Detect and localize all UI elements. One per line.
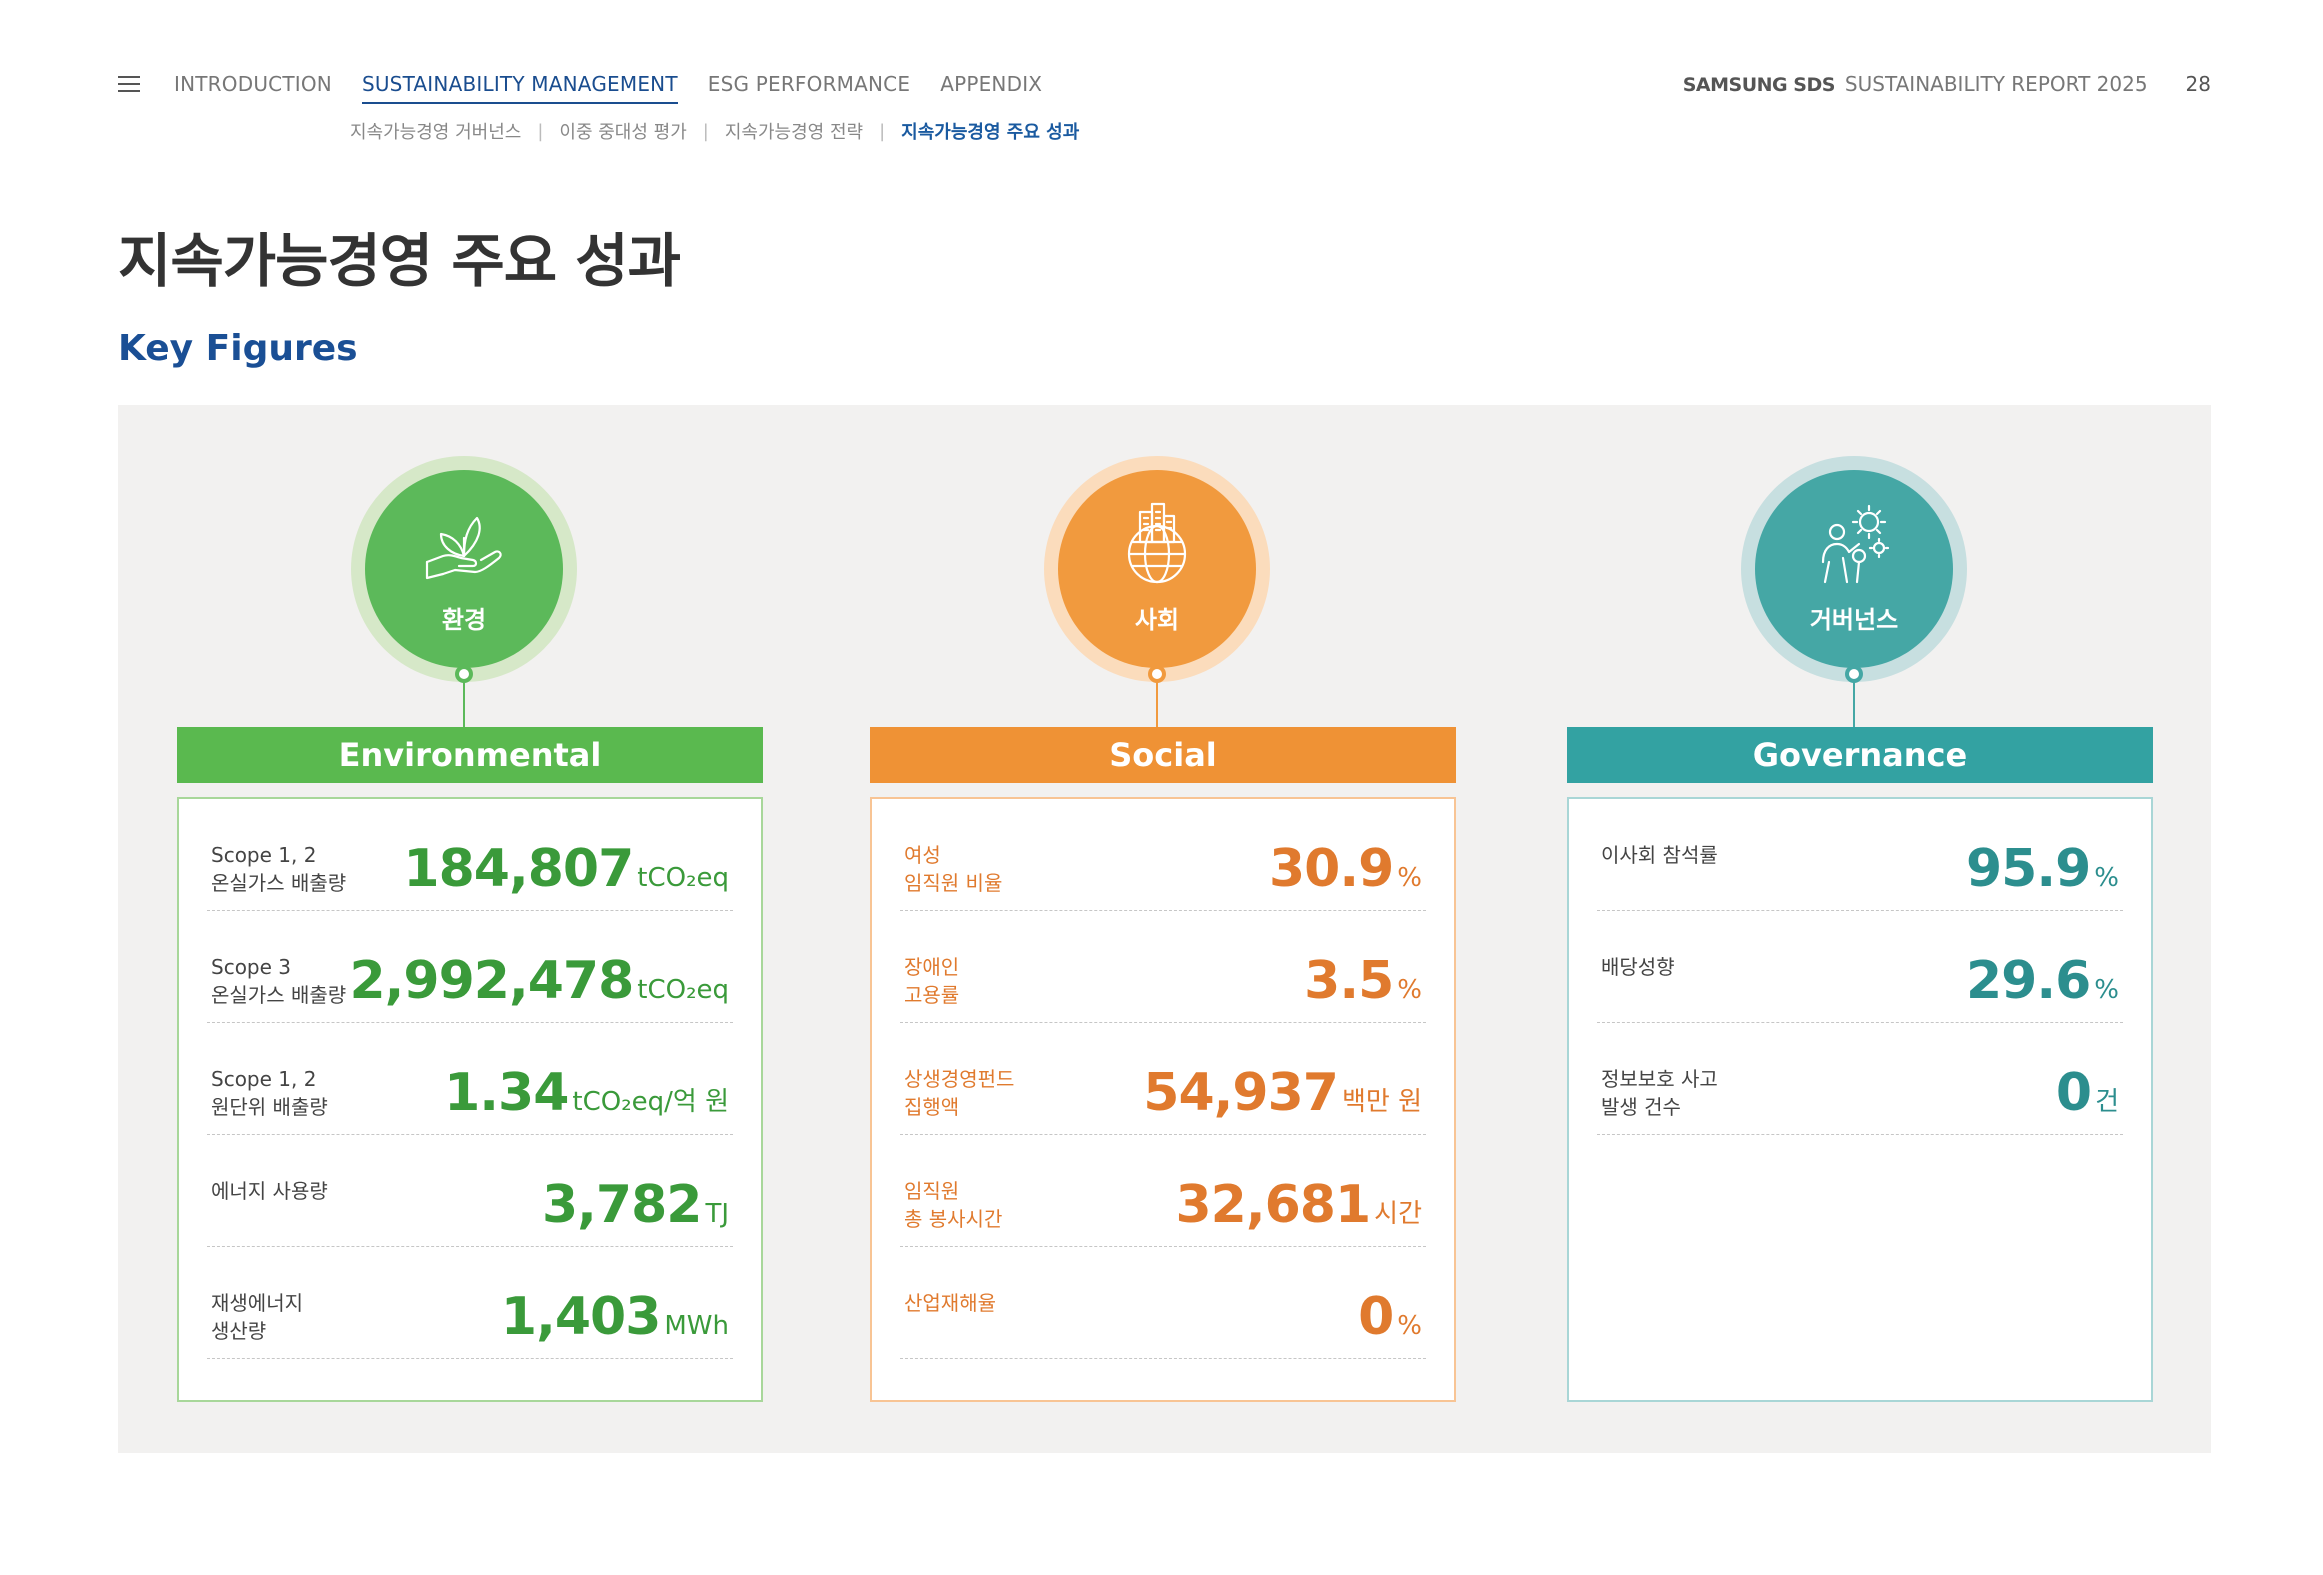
governance-badge: 거버넌스 [1741, 456, 1967, 682]
main-nav: INTRODUCTION SUSTAINABILITY MANAGEMENT E… [174, 72, 1042, 104]
kpi-label: 이사회 참석률 [1601, 843, 1718, 867]
brand-logo: SAMSUNG SDS [1682, 74, 1836, 96]
connector-line [1853, 676, 1855, 732]
kpi-label: 정보보호 사고 발생 건수 [1601, 1067, 1718, 1119]
hand-leaf-icon [425, 516, 502, 580]
social-heading: Social [870, 727, 1456, 783]
governance-pillar: 거버넌스 Governance 이사회 참석률 95.9% 배당성향 29.6%… [1567, 405, 2153, 1453]
kpi-value: 184,807 tCO₂eq [403, 839, 729, 899]
kpi-value: 30.9% [1268, 839, 1422, 899]
kpi-value: 95.9% [1965, 839, 2119, 899]
kpi-label: 상생경영펀드 집행액 [904, 1067, 1015, 1119]
kpi-value: 32,681 시간 [1175, 1175, 1422, 1235]
social-badge: 사회 [1044, 456, 1270, 682]
kpi-label: 에너지 사용량 [211, 1179, 328, 1203]
subnav-separator: | [879, 120, 886, 142]
key-figures-panel: 환경 Environmental Scope 1, 2 온실가스 배출량 184,… [118, 405, 2211, 1453]
connector-dot [1148, 665, 1166, 683]
kpi-value: 3,782 TJ [541, 1175, 729, 1235]
social-card: 여성 임직원 비율 30.9% 장애인 고용률 3.5% 상생경영펀드 집행액 54,… [870, 797, 1456, 1402]
kpi-value: 29.6% [1965, 951, 2119, 1011]
kpi-value: 2,992,478 tCO₂eq [349, 951, 729, 1011]
globe-buildings-icon [1127, 502, 1187, 584]
kpi-label: 산업재해율 [904, 1291, 996, 1315]
environmental-badge-label: 환경 [441, 606, 487, 634]
subnav-item-key-performance[interactable]: 지속가능경영 주요 성과 [901, 118, 1079, 144]
subnav-separator: | [702, 120, 709, 142]
connector-dot [455, 665, 473, 683]
menu-icon[interactable] [118, 76, 140, 93]
governance-badge-label: 거버넌스 [1809, 606, 1899, 634]
nav-item-esg-performance[interactable]: ESG PERFORMANCE [708, 72, 910, 104]
kpi-row: Scope 3 온실가스 배출량 2,992,478 tCO₂eq [207, 911, 733, 1023]
kpi-value: 1,403 MWh [500, 1287, 729, 1347]
kpi-row: 배당성향 29.6% [1597, 911, 2123, 1023]
environmental-pillar: 환경 Environmental Scope 1, 2 온실가스 배출량 184,… [177, 405, 763, 1453]
environmental-heading: Environmental [177, 727, 763, 783]
kpi-label: Scope 1, 2 온실가스 배출량 [211, 843, 347, 895]
kpi-label: 배당성향 [1601, 955, 1675, 979]
page-title: 지속가능경영 주요 성과 [118, 227, 681, 295]
kpi-value: 54,937 백만 원 [1143, 1063, 1422, 1123]
connector-line [1156, 676, 1158, 732]
kpi-label: Scope 3 온실가스 배출량 [211, 955, 347, 1007]
subnav-separator: | [537, 120, 544, 142]
environmental-card: Scope 1, 2 온실가스 배출량 184,807 tCO₂eq Scope 3… [177, 797, 763, 1402]
subnav-item-double-materiality[interactable]: 이중 중대성 평가 [559, 118, 686, 144]
subnav-item-governance[interactable]: 지속가능경영 거버넌스 [350, 118, 521, 144]
kpi-row: 재생에너지 생산량 1,403 MWh [207, 1247, 733, 1359]
people-gears-icon [1821, 504, 1890, 584]
nav-item-introduction[interactable]: INTRODUCTION [174, 72, 332, 104]
kpi-label: 장애인 고용률 [904, 955, 960, 1007]
kpi-row: Scope 1, 2 원단위 배출량 1.34 tCO₂eq/억 원 [207, 1023, 733, 1135]
kpi-value: 0건 [2055, 1063, 2119, 1123]
kpi-label: Scope 1, 2 원단위 배출량 [211, 1067, 328, 1119]
kpi-row: Scope 1, 2 온실가스 배출량 184,807 tCO₂eq [207, 799, 733, 911]
kpi-label: 임직원 총 봉사시간 [904, 1179, 1003, 1231]
governance-heading: Governance [1567, 727, 2153, 783]
kpi-label: 재생에너지 생산량 [211, 1291, 303, 1343]
governance-card: 이사회 참석률 95.9% 배당성향 29.6% 정보보호 사고 발생 건수 0건 [1567, 797, 2153, 1402]
nav-item-sustainability-management[interactable]: SUSTAINABILITY MANAGEMENT [361, 72, 678, 104]
kpi-value: 3.5% [1304, 951, 1422, 1011]
section-title: Key Figures [118, 328, 358, 369]
sub-nav: 지속가능경영 거버넌스 | 이중 중대성 평가 | 지속가능경영 전략 | 지속… [350, 118, 1079, 144]
kpi-row: 산업재해율 0% [900, 1247, 1426, 1359]
kpi-row: 에너지 사용량 3,782 TJ [207, 1135, 733, 1247]
kpi-row: 장애인 고용률 3.5% [900, 911, 1426, 1023]
kpi-row: 임직원 총 봉사시간 32,681 시간 [900, 1135, 1426, 1247]
kpi-row: 정보보호 사고 발생 건수 0건 [1597, 1023, 2123, 1135]
report-identifier: SAMSUNG SDS SUSTAINABILITY REPORT 2025 2… [1683, 72, 2211, 96]
environmental-badge: 환경 [351, 456, 577, 682]
subnav-item-strategy[interactable]: 지속가능경영 전략 [725, 118, 863, 144]
social-badge-label: 사회 [1134, 606, 1180, 634]
page-number: 28 [2185, 72, 2211, 96]
nav-item-appendix[interactable]: APPENDIX [940, 72, 1042, 104]
connector-line [463, 676, 465, 732]
kpi-row: 이사회 참석률 95.9% [1597, 799, 2123, 911]
kpi-value: 1.34 tCO₂eq/억 원 [444, 1063, 729, 1123]
kpi-label: 여성 임직원 비율 [904, 843, 1003, 895]
connector-dot [1845, 665, 1863, 683]
kpi-row: 여성 임직원 비율 30.9% [900, 799, 1426, 911]
kpi-row: 상생경영펀드 집행액 54,937 백만 원 [900, 1023, 1426, 1135]
kpi-value: 0% [1358, 1287, 1422, 1347]
report-title: SUSTAINABILITY REPORT 2025 [1844, 72, 2148, 96]
social-pillar: 사회 Social 여성 임직원 비율 30.9% 장애인 고용률 3.5% 상생경… [870, 405, 1456, 1453]
